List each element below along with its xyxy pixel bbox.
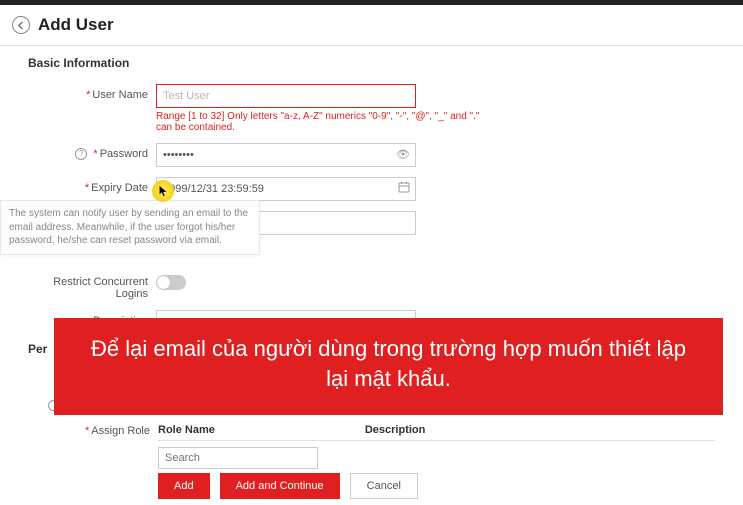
username-helper: Range [1 to 32] Only letters "a-z, A-Z" … xyxy=(156,111,486,133)
role-search-input[interactable] xyxy=(158,447,318,469)
section-basic-information: Basic Information xyxy=(28,56,715,70)
form-area: Basic Information *User Name Range [1 to… xyxy=(0,46,743,352)
back-button[interactable] xyxy=(12,16,30,34)
arrow-left-icon xyxy=(17,21,26,30)
page-header: Add User xyxy=(0,5,743,46)
calendar-icon[interactable] xyxy=(398,181,410,196)
row-expiry: *Expiry Date xyxy=(28,177,715,201)
info-icon[interactable]: ? xyxy=(75,148,87,160)
eye-icon[interactable]: 👁 xyxy=(396,148,410,161)
col-role-description: Description xyxy=(365,424,426,436)
row-username: *User Name Range [1 to 32] Only letters … xyxy=(28,84,715,133)
button-row: Add Add and Continue Cancel xyxy=(158,473,418,499)
page-title: Add User xyxy=(38,15,114,35)
assign-role-area: *Assign Role Role Name Description xyxy=(58,420,715,469)
password-input[interactable] xyxy=(156,143,416,167)
row-password: ? *Password 👁 xyxy=(28,143,715,167)
cancel-button[interactable]: Cancel xyxy=(350,473,418,499)
label-expiry: *Expiry Date xyxy=(28,177,156,194)
toggle-knob xyxy=(157,276,170,289)
add-and-continue-button[interactable]: Add and Continue xyxy=(220,473,340,499)
label-password: ? *Password xyxy=(28,143,156,161)
label-restrict: Restrict Concurrent Logins xyxy=(28,271,156,300)
instruction-overlay: Để lại email của người dùng trong trường… xyxy=(54,318,723,415)
col-role-name: Role Name xyxy=(158,424,215,436)
add-button[interactable]: Add xyxy=(158,473,210,499)
email-tooltip: The system can notify user by sending an… xyxy=(0,200,260,255)
role-table-header: Role Name Description xyxy=(158,420,715,441)
expiry-input[interactable] xyxy=(156,177,416,201)
row-restrict: Restrict Concurrent Logins xyxy=(28,271,715,300)
restrict-toggle[interactable] xyxy=(156,275,186,290)
username-input[interactable] xyxy=(156,84,416,108)
label-username: *User Name xyxy=(28,84,156,101)
cursor-icon xyxy=(158,185,168,197)
label-assign-role: *Assign Role xyxy=(58,425,158,437)
cursor-highlight xyxy=(152,180,174,202)
section-permission-partial: Per xyxy=(28,342,47,356)
